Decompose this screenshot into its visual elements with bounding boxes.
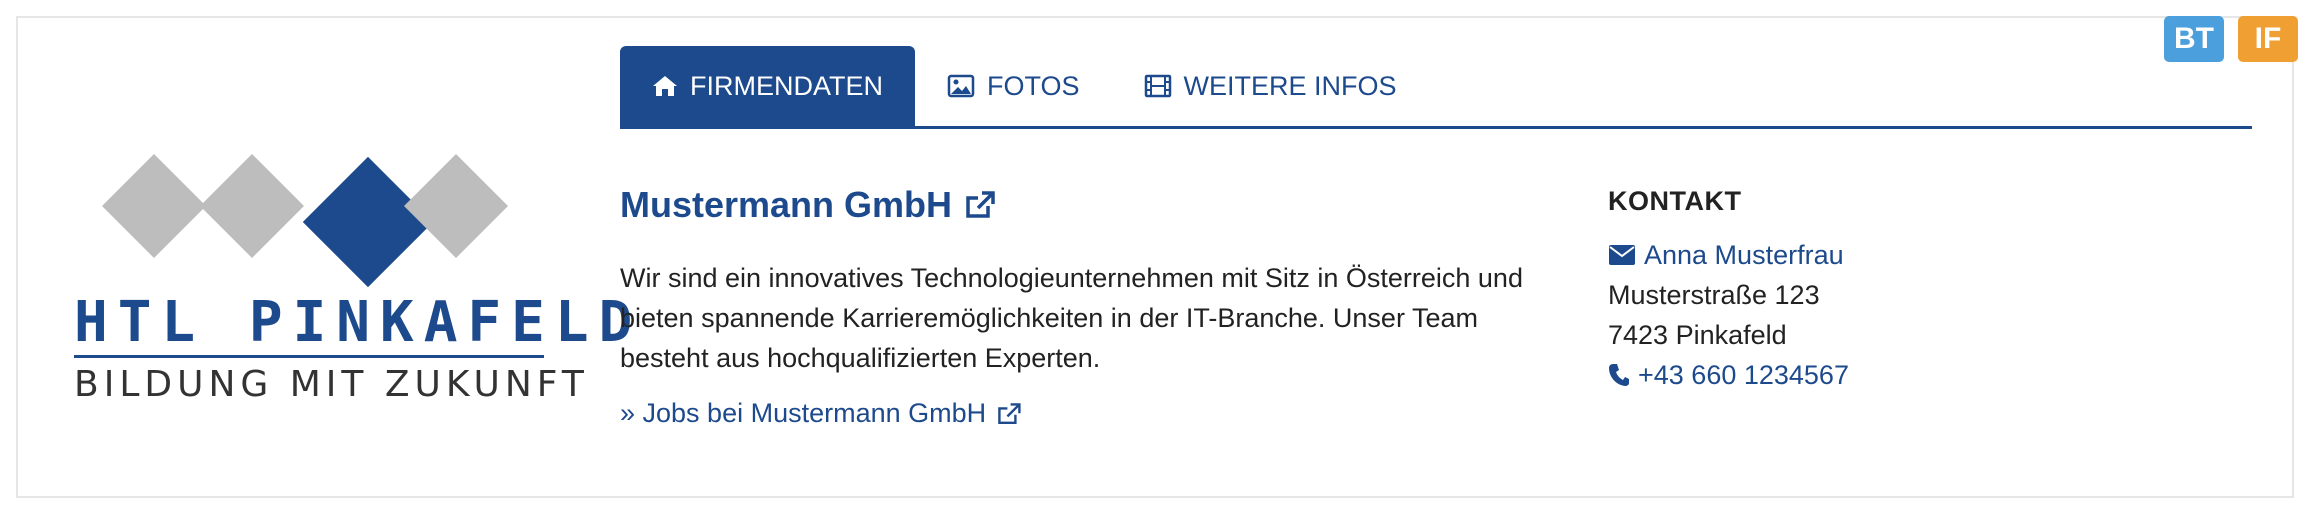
contact-city-text: 7423 Pinkafeld bbox=[1608, 320, 1787, 350]
external-link-icon bbox=[966, 191, 995, 218]
logo-tagline: BILDUNG MIT ZUKUNFT bbox=[74, 364, 589, 405]
contact-street: Musterstraße 123 bbox=[1608, 275, 2208, 315]
phone-icon bbox=[1609, 364, 1629, 386]
contact-phone-link[interactable]: +43 660 1234567 bbox=[1608, 355, 2208, 395]
logo-divider bbox=[74, 355, 544, 358]
film-icon bbox=[1144, 74, 1171, 98]
image-icon bbox=[947, 74, 975, 98]
contact-street-text: Musterstraße 123 bbox=[1608, 280, 1820, 310]
company-description: Wir sind ein innovatives Technologieunte… bbox=[620, 263, 1523, 373]
school-logo: HTL PINKAFELD BILDUNG MIT ZUKUNFT bbox=[74, 150, 643, 410]
contact-city: 7423 Pinkafeld bbox=[1608, 315, 2208, 355]
company-name-link[interactable]: Mustermann GmbH bbox=[620, 184, 996, 226]
tab-fotos[interactable]: FOTOS bbox=[915, 46, 1112, 126]
contact-phone: +43 660 1234567 bbox=[1638, 360, 1849, 390]
diamond-logo-icon bbox=[102, 151, 508, 293]
tab-weitere-infos[interactable]: WEITERE INFOS bbox=[1112, 46, 1429, 126]
logo-title: HTL PINKAFELD bbox=[74, 290, 643, 355]
tab-fotos-label: FOTOS bbox=[987, 70, 1080, 101]
external-link-icon bbox=[998, 402, 1021, 424]
tab-firmendaten-label: FIRMENDATEN bbox=[690, 70, 883, 101]
contact-email-link[interactable]: Anna Musterfrau bbox=[1608, 235, 2208, 275]
tab-weitere-infos-label: WEITERE INFOS bbox=[1183, 70, 1397, 101]
tab-bar: FIRMENDATEN FOTOS WEITERE INFOS bbox=[620, 46, 2252, 129]
contact-person: Anna Musterfrau bbox=[1644, 240, 1844, 270]
contact-section: KONTAKT Anna Musterfrau Musterstraße 123… bbox=[1608, 186, 2208, 395]
envelope-icon bbox=[1609, 245, 1635, 265]
tab-firmendaten[interactable]: FIRMENDATEN bbox=[620, 46, 915, 126]
company-name: Mustermann GmbH bbox=[620, 184, 953, 225]
contact-heading: KONTAKT bbox=[1608, 186, 1742, 216]
jobs-link[interactable]: » Jobs bei Mustermann GmbH bbox=[620, 398, 1022, 429]
jobs-link-label: » Jobs bei Mustermann GmbH bbox=[620, 398, 987, 428]
home-icon bbox=[653, 76, 677, 96]
